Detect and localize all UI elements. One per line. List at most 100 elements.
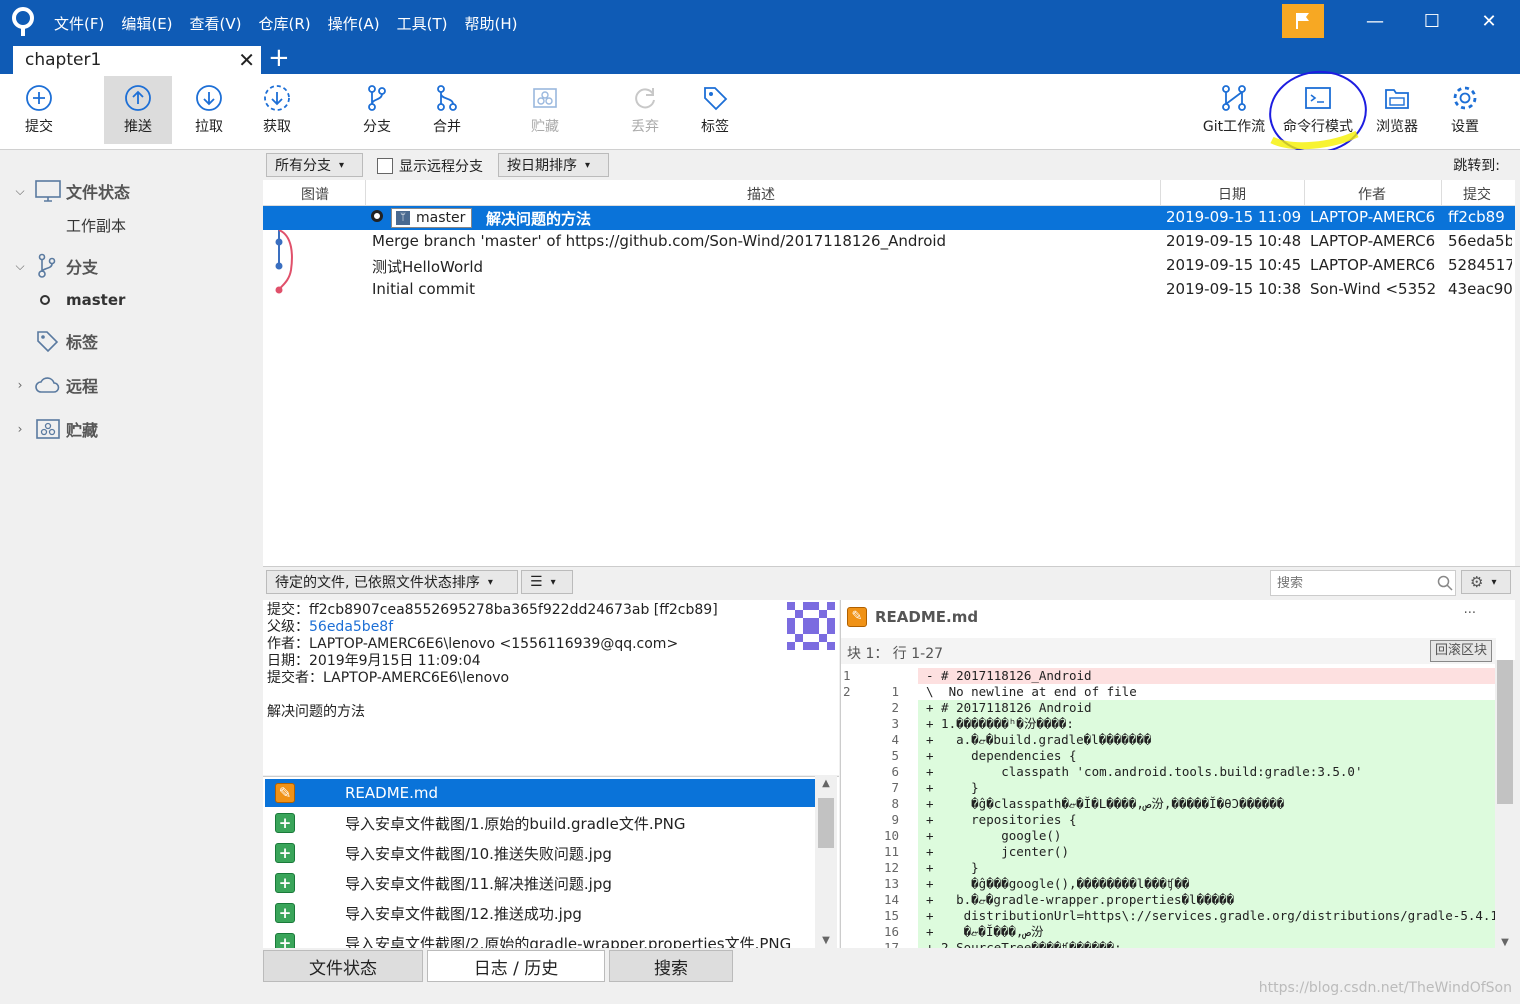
settings-button[interactable]: 设置 <box>1436 76 1494 144</box>
commit-description: Initial commit <box>372 280 475 298</box>
file-row[interactable]: + 导入安卓文件截图/11.解决推送问题.jpg <box>265 869 815 897</box>
scroll-up-icon[interactable]: ▲ <box>815 778 837 789</box>
menu-help[interactable]: 帮助(H) <box>464 13 517 34</box>
view-mode-dropdown[interactable]: ☰ ▾ <box>521 570 573 594</box>
branch-icon <box>368 85 386 111</box>
sidebar-item-working-copy[interactable]: 工作副本 <box>66 212 126 238</box>
added-file-icon: + <box>275 933 295 948</box>
menu-edit[interactable]: 编辑(E) <box>121 13 172 34</box>
repo-tab[interactable]: chapter1 ✕ <box>13 46 261 74</box>
tab-log-history[interactable]: 日志 / 历史 <box>427 950 605 982</box>
diff-line: 15 + distributionUrl=https\://services.gr… <box>841 908 1496 924</box>
search-input[interactable] <box>1277 575 1437 591</box>
more-options-icon[interactable]: ··· <box>1464 606 1476 621</box>
new-tab-button[interactable]: + <box>268 44 290 72</box>
discard-label: 丢弃 <box>631 119 659 135</box>
new-line-number: 5 <box>891 748 899 763</box>
commit-row[interactable]: ᛘ master 解决问题的方法 2019-09-15 11:09 LAPTOP… <box>263 206 1515 230</box>
merge-button[interactable]: 合并 <box>418 76 476 144</box>
show-remote-branches-checkbox[interactable]: 显示远程分支 <box>377 156 483 176</box>
git-flow-button[interactable]: Git工作流 <box>1198 76 1270 144</box>
tag-label: 标签 <box>701 119 729 135</box>
sidebar: ⌵ 文件状态 工作副本 ⌵ 分支 master 标签 › 远程 › 贮藏 <box>0 150 263 1004</box>
commit-row[interactable]: 测试HelloWorld 2019-09-15 10:45 LAPTOP-AME… <box>263 254 1515 278</box>
pending-sort-dropdown[interactable]: 待定的文件, 已依照文件状态排序 ▾ <box>266 570 518 594</box>
menu-tools[interactable]: 工具(T) <box>397 13 448 34</box>
sidebar-section-stashes[interactable]: › 贮藏 <box>10 416 98 442</box>
sidebar-section-branches[interactable]: ⌵ 分支 <box>10 253 98 279</box>
tag-button[interactable]: 标签 <box>686 76 744 144</box>
sort-dropdown[interactable]: 按日期排序 ▾ <box>498 153 609 177</box>
pull-button[interactable]: 拉取 <box>180 76 238 144</box>
commit-author: LAPTOP-AMERC6 <box>1310 256 1436 274</box>
column-author[interactable]: 作者 <box>1358 184 1386 204</box>
diff-line: 4 + a.�ޏ�build.gradle�l������� <box>841 732 1496 748</box>
options-dropdown[interactable]: ⚙ ▾ <box>1461 570 1511 594</box>
close-tab-icon[interactable]: ✕ <box>238 48 255 72</box>
file-row[interactable]: + 导入安卓文件截图/2.原始的gradle-wrapper.propertie… <box>265 929 815 948</box>
branch-filter-dropdown[interactable]: 所有分支 ▾ <box>266 153 363 177</box>
tab-file-status[interactable]: 文件状态 <box>263 950 423 982</box>
branch-button[interactable]: 分支 <box>348 76 406 144</box>
sidebar-section-workspace[interactable]: ⌵ 文件状态 <box>10 178 130 204</box>
minimize-button[interactable]: — <box>1360 8 1390 36</box>
old-line-number: 1 <box>843 668 851 683</box>
file-list-scrollbar[interactable]: ▲ ▼ <box>815 776 837 948</box>
scroll-down-icon[interactable]: ▼ <box>1495 937 1515 948</box>
added-file-icon: + <box>275 903 295 923</box>
file-row[interactable]: + 导入安卓文件截图/10.推送失败问题.jpg <box>265 839 815 867</box>
sidebar-section-tags[interactable]: 标签 <box>30 328 98 354</box>
diff-line: 10 + google() <box>841 828 1496 844</box>
file-row[interactable]: + 导入安卓文件截图/12.推送成功.jpg <box>265 899 815 927</box>
sidebar-section-remotes[interactable]: › 远程 <box>10 372 98 398</box>
detail-commit-row: 提交：ff2cb8907cea8552695278ba365f922dd2467… <box>267 602 835 619</box>
diff-scrollbar[interactable]: ▼ <box>1495 660 1515 948</box>
modified-file-icon: ✎ <box>275 783 295 803</box>
diff-line-code: + 1.�������ʰ�汾����: <box>918 716 1496 732</box>
menu-repository[interactable]: 仓库(R) <box>259 13 311 34</box>
column-commit[interactable]: 提交 <box>1463 184 1491 204</box>
diff-scroll-thumb[interactable] <box>1497 660 1513 804</box>
repo-tab-title: chapter1 <box>25 50 102 70</box>
commit-row[interactable]: Merge branch 'master' of https://github.… <box>263 230 1515 254</box>
scroll-down-icon[interactable]: ▼ <box>815 935 837 946</box>
diff-line-code: + repositories { <box>918 812 1496 828</box>
branch-filter-value: 所有分支 <box>275 158 331 174</box>
push-button[interactable]: 推送 <box>104 76 172 144</box>
tab-search[interactable]: 搜索 <box>609 950 733 982</box>
notification-flag-button[interactable] <box>1282 4 1324 38</box>
column-graph[interactable]: 图谱 <box>301 184 329 204</box>
chevron-down-icon: ⌵ <box>15 258 25 273</box>
commit-hash: ff2cb89 <box>1448 208 1505 226</box>
explorer-button[interactable]: 浏览器 <box>1368 76 1426 144</box>
discard-button[interactable]: 丢弃 <box>616 76 674 144</box>
commit-row[interactable]: Initial commit 2019-09-15 10:38 Son-Wind… <box>263 278 1515 302</box>
parent-commit-link[interactable]: 56eda5be8f <box>309 619 393 635</box>
file-row[interactable]: + 导入安卓文件截图/1.原始的build.gradle文件.PNG <box>265 809 815 837</box>
stash-button[interactable]: 贮藏 <box>516 76 574 144</box>
sidebar-item-master[interactable]: master <box>40 287 125 313</box>
column-date[interactable]: 日期 <box>1218 184 1246 204</box>
monitor-icon <box>35 180 61 202</box>
detail-parent-row: 父级：56eda5be8f <box>267 619 835 636</box>
diff-line-code: + 2.SourceTree����ʧ������: <box>918 940 1496 948</box>
menu-actions[interactable]: 操作(A) <box>328 13 380 34</box>
revert-hunk-button[interactable]: 回滚区块 <box>1429 640 1492 662</box>
maximize-button[interactable]: ☐ <box>1417 8 1447 36</box>
commit-button[interactable]: 提交 <box>10 76 68 144</box>
git-flow-icon <box>1222 85 1246 111</box>
menu-view[interactable]: 查看(V) <box>190 13 242 34</box>
file-row[interactable]: ✎ README.md <box>265 779 815 807</box>
new-line-number: 16 <box>883 924 899 939</box>
fetch-button[interactable]: 获取 <box>248 76 306 144</box>
explorer-icon <box>1385 89 1409 109</box>
close-window-button[interactable]: ✕ <box>1474 8 1504 36</box>
scroll-thumb[interactable] <box>818 798 834 848</box>
diff-line: 9 + repositories { <box>841 812 1496 828</box>
diff-line: 8 + �ĝ�classpath�ޏ�Ĭ�L����,ص汾,�����Ĭ�θϽ��… <box>841 796 1496 812</box>
column-description[interactable]: 描述 <box>747 184 775 204</box>
jump-to-label[interactable]: 跳转到: <box>1453 155 1500 175</box>
new-line-number: 3 <box>891 716 899 731</box>
search-box[interactable] <box>1270 570 1456 596</box>
menu-file[interactable]: 文件(F) <box>54 13 104 34</box>
